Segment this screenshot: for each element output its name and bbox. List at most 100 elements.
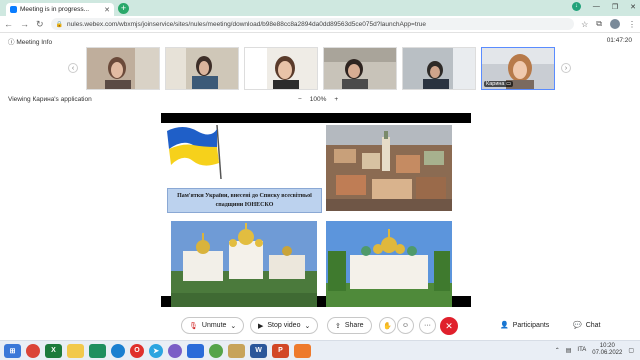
file-explorer-icon[interactable] bbox=[67, 343, 84, 358]
store-icon[interactable] bbox=[89, 343, 106, 358]
caption-line-1: Пам'ятки України, внесені до Списку всес… bbox=[177, 193, 312, 199]
green-app-icon[interactable] bbox=[209, 343, 223, 358]
zoom-level: 100% bbox=[309, 96, 327, 103]
chevron-down-icon[interactable]: ⌄ bbox=[230, 322, 236, 330]
strip-right-arrow[interactable]: › bbox=[561, 63, 571, 73]
word-icon[interactable]: W bbox=[250, 343, 267, 358]
url-field[interactable]: 🔒 nules.webex.com/wbxmjs/joinservice/sit… bbox=[50, 18, 575, 30]
meeting-controls: 🎙 Unmute ⌄ ▶ Stop video ⌄ ⇪ Share ✋ ☺ ··… bbox=[0, 316, 640, 336]
slide-caption: Пам'ятки України, внесені до Списку всес… bbox=[167, 188, 322, 213]
webex-favicon-icon bbox=[10, 6, 17, 13]
meeting-info-button[interactable]: ⓘ Meeting Info bbox=[8, 36, 52, 46]
chat-label: Chat bbox=[585, 321, 601, 329]
star-icon[interactable]: ☆ bbox=[581, 20, 588, 29]
address-bar: ← → ↻ 🔒 nules.webex.com/wbxmjs/joinservi… bbox=[0, 16, 640, 33]
kyiv-lavra-photo bbox=[171, 221, 317, 307]
close-tab-icon[interactable]: ✕ bbox=[104, 6, 110, 14]
participant-video-image bbox=[324, 48, 396, 89]
chat-button[interactable]: 💬 Chat bbox=[573, 321, 601, 330]
lock-icon: 🔒 bbox=[55, 21, 64, 28]
raise-hand-button[interactable]: ✋ bbox=[379, 317, 396, 334]
zoom-out-button[interactable]: − bbox=[298, 96, 302, 103]
close-window-icon[interactable]: ✕ bbox=[630, 3, 636, 11]
muted-mic-icon: 🎙 bbox=[189, 322, 198, 330]
share-screen-icon: ⇪ bbox=[335, 322, 341, 330]
participant-video[interactable] bbox=[402, 47, 476, 90]
reload-icon[interactable]: ↻ bbox=[36, 19, 44, 30]
meeting-info-bar: ⓘ Meeting Info 01:47:20 bbox=[0, 34, 640, 47]
share-button[interactable]: ⇪ Share bbox=[327, 317, 372, 334]
participant-video[interactable] bbox=[86, 47, 160, 90]
chrome-icon[interactable] bbox=[26, 343, 40, 358]
participants-button[interactable]: 👤 Participants bbox=[500, 321, 550, 330]
chat-icon: 💬 bbox=[573, 322, 582, 329]
excel-icon[interactable]: X bbox=[45, 343, 62, 358]
chevron-down-icon[interactable]: ⌄ bbox=[304, 322, 310, 330]
participants-icon: 👤 bbox=[500, 322, 509, 329]
back-icon[interactable]: ← bbox=[4, 19, 13, 29]
participant-video-image bbox=[403, 48, 475, 89]
video-strip: ‹ Карина ▭ › bbox=[0, 47, 640, 91]
participant-video-image bbox=[87, 48, 159, 89]
more-options-button[interactable]: ··· bbox=[419, 317, 436, 334]
participant-video[interactable] bbox=[244, 47, 318, 90]
leave-meeting-button[interactable]: ✕ bbox=[440, 317, 458, 335]
strip-left-arrow[interactable]: ‹ bbox=[68, 63, 78, 73]
video-camera-icon: ▶ bbox=[258, 322, 264, 330]
profile-avatar[interactable] bbox=[610, 19, 620, 29]
new-tab-button[interactable]: + bbox=[118, 3, 129, 14]
hand-icon: ✋ bbox=[383, 322, 392, 330]
windows-taskbar: ⊞ X O ➤ W P ⌃ ▤ ITA 10:20 07.06.2022 ▢ bbox=[0, 340, 640, 360]
browser-tab[interactable]: Meeting is in progress... ✕ bbox=[6, 3, 114, 16]
presentation-slide: Пам'ятки України, внесені до Списку всес… bbox=[161, 123, 471, 307]
viber-icon[interactable] bbox=[168, 343, 182, 358]
network-icon[interactable]: ▤ bbox=[566, 347, 572, 354]
powerpoint-icon[interactable]: P bbox=[272, 343, 289, 358]
viewing-label: Viewing Карина's application bbox=[8, 96, 92, 103]
forward-icon[interactable]: → bbox=[20, 19, 29, 29]
minimize-icon[interactable]: — bbox=[593, 3, 600, 10]
system-tray: ⌃ ▤ ITA 10:20 07.06.2022 ▢ bbox=[555, 343, 634, 357]
input-language[interactable]: ITA bbox=[577, 347, 586, 353]
zoom-in-button[interactable]: + bbox=[334, 96, 338, 103]
participant-video-active[interactable]: Карина ▭ bbox=[481, 47, 555, 90]
edge-icon[interactable] bbox=[111, 343, 125, 358]
maximize-icon[interactable]: ❐ bbox=[612, 3, 618, 11]
notifications-icon[interactable]: ▢ bbox=[628, 347, 634, 354]
menu-icon[interactable]: ⋮ bbox=[628, 20, 636, 29]
unmute-button[interactable]: 🎙 Unmute ⌄ bbox=[181, 317, 245, 334]
clock[interactable]: 10:20 07.06.2022 bbox=[592, 343, 622, 357]
telegram-icon[interactable]: ➤ bbox=[149, 343, 163, 358]
pdf-app-icon[interactable] bbox=[294, 343, 311, 358]
folder-icon[interactable] bbox=[228, 343, 245, 358]
zoom-controls: − 100% + bbox=[298, 96, 338, 103]
participant-video-image bbox=[166, 48, 238, 89]
opera-icon[interactable]: O bbox=[130, 343, 144, 358]
extensions-icon[interactable]: ⧉ bbox=[596, 19, 602, 29]
download-icon[interactable]: ↓ bbox=[571, 2, 581, 11]
participants-label: Participants bbox=[512, 321, 550, 329]
stop-video-label: Stop video bbox=[267, 322, 301, 329]
browser-tab-bar: Meeting is in progress... ✕ + ↓ — ❐ ✕ bbox=[0, 0, 640, 16]
webex-icon[interactable] bbox=[187, 343, 204, 358]
windows-start-icon[interactable]: ⊞ bbox=[4, 343, 21, 358]
more-label: ··· bbox=[424, 322, 431, 329]
clock-date: 07.06.2022 bbox=[592, 350, 623, 356]
unmute-label: Unmute bbox=[201, 322, 227, 329]
stop-video-button[interactable]: ▶ Stop video ⌄ bbox=[250, 317, 319, 334]
participant-video[interactable] bbox=[323, 47, 397, 90]
caption-line-2: спадщини ЮНЕСКО bbox=[215, 202, 274, 208]
st-sophia-photo bbox=[326, 221, 452, 307]
participant-video[interactable] bbox=[165, 47, 239, 90]
smiley-icon: ☺ bbox=[401, 322, 410, 329]
lviv-photo bbox=[326, 125, 452, 211]
ukraine-flag-image bbox=[167, 124, 222, 179]
tab-title: Meeting is in progress... bbox=[20, 6, 90, 13]
share-label: Share bbox=[344, 322, 364, 329]
meeting-timer: 01:47:20 bbox=[606, 37, 632, 44]
reactions-button[interactable]: ☺ bbox=[397, 317, 414, 334]
participant-name-label: Карина ▭ bbox=[484, 81, 514, 87]
chevron-up-icon[interactable]: ⌃ bbox=[555, 347, 560, 354]
window-controls: ↓ — ❐ ✕ bbox=[571, 2, 636, 11]
participant-video-image bbox=[245, 48, 317, 89]
